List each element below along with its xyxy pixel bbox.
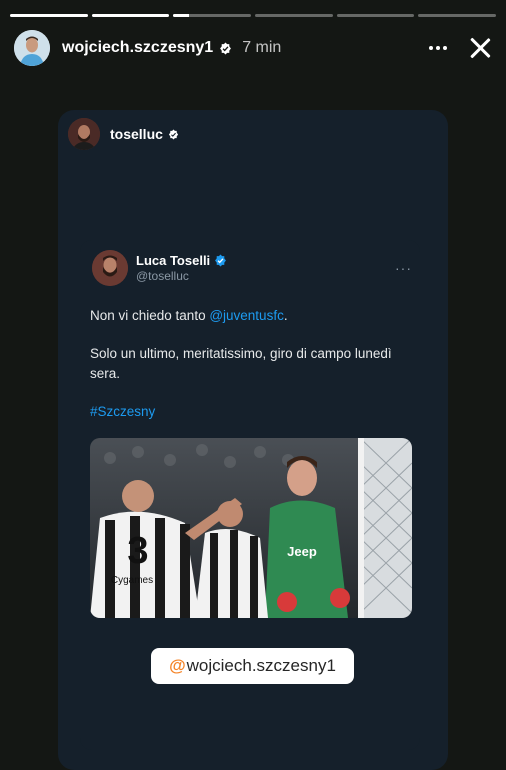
avatar-photo	[14, 30, 50, 66]
progress-segment-fill	[173, 14, 189, 17]
verified-badge-icon	[168, 128, 178, 140]
tweet-text: Non vi chiedo tanto @juventusfc. Solo un…	[90, 306, 410, 440]
progress-segment	[91, 14, 170, 17]
avatar[interactable]	[14, 30, 50, 66]
jersey-sponsor: Cygames	[111, 575, 153, 586]
progress-segment	[173, 14, 252, 17]
mention-username: wojciech.szczesny1	[186, 656, 336, 675]
progress-segment	[418, 14, 497, 17]
tweet-line2: Solo un ultimo, meritatissimo, giro di c…	[90, 346, 392, 381]
story-progress-bar	[10, 14, 497, 17]
tweet-header: Luca Toselli @toselluc ···	[92, 250, 412, 286]
progress-segment	[255, 14, 333, 17]
tweet-line1-suffix: .	[283, 308, 288, 323]
celebration-photo: Jeep 3 Cygames	[90, 438, 412, 618]
tweet-avatar[interactable]	[92, 250, 128, 286]
tweet-handle[interactable]: @toselluc	[136, 269, 227, 283]
tweet-mention-link[interactable]: @juventusfc	[209, 308, 284, 323]
repost-username[interactable]: toselluc	[110, 126, 163, 142]
verified-badge-icon	[215, 254, 227, 267]
tweet-display-name[interactable]: Luca Toselli	[136, 253, 210, 268]
progress-segment-fill	[10, 14, 88, 17]
tweet-more-icon[interactable]: ···	[395, 260, 412, 276]
tweet-line1-prefix: Non vi chiedo tanto	[90, 308, 210, 323]
mention-at-symbol: @	[169, 656, 186, 675]
story-timestamp: 7 min	[242, 39, 282, 56]
progress-segment-fill	[91, 14, 170, 17]
more-options-icon[interactable]	[426, 36, 450, 60]
tweet-photo[interactable]: Jeep 3 Cygames	[90, 438, 412, 618]
repost-avatar-photo	[68, 118, 100, 150]
tweet-hashtag-link[interactable]: #Szczesny	[90, 402, 410, 422]
close-icon[interactable]	[466, 34, 494, 62]
goalkeeper-sponsor: Jeep	[287, 544, 317, 559]
jersey-number: 3	[127, 530, 148, 572]
repost-avatar[interactable]	[68, 118, 100, 150]
story-header: wojciech.szczesny1 7 min	[14, 28, 494, 68]
progress-segment	[10, 14, 88, 17]
mention-sticker[interactable]: @ wojciech.szczesny1	[151, 648, 354, 684]
story-username[interactable]: wojciech.szczesny1	[62, 39, 213, 57]
verified-badge-icon	[220, 42, 232, 54]
tweet-avatar-photo	[92, 250, 128, 286]
repost-header: toselluc	[68, 118, 179, 150]
progress-segment	[336, 14, 415, 17]
